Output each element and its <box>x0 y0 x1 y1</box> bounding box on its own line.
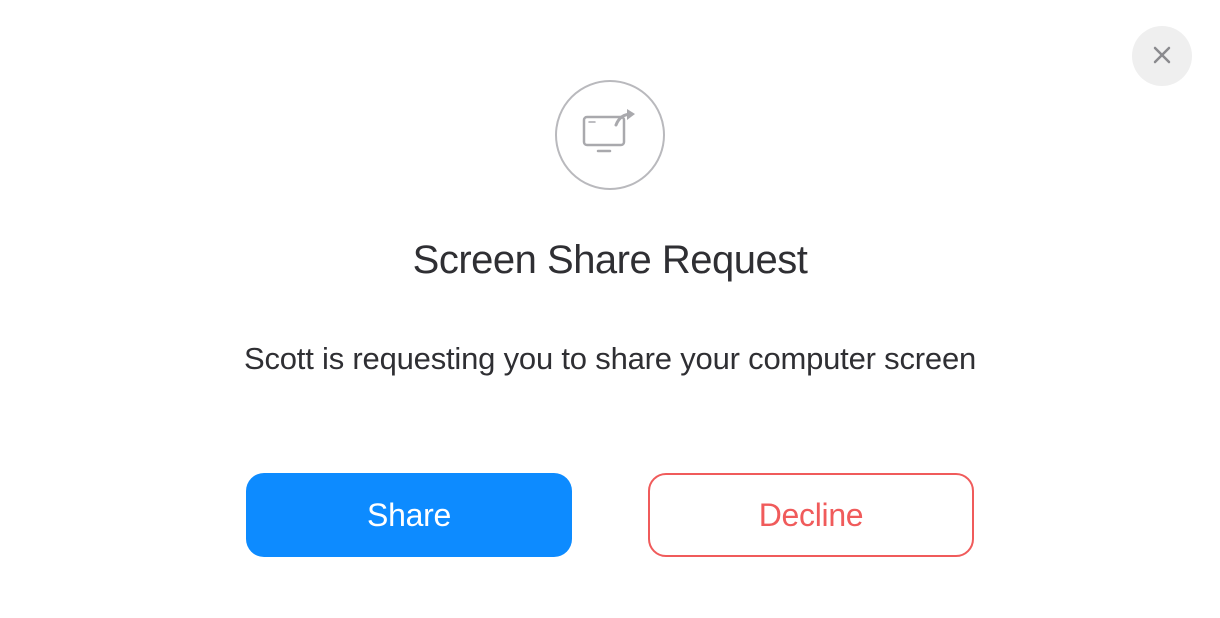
dialog-title: Screen Share Request <box>413 238 808 283</box>
close-icon <box>1150 43 1174 70</box>
decline-button[interactable]: Decline <box>648 473 974 557</box>
screen-share-icon <box>580 109 640 162</box>
dialog-message: Scott is requesting you to share your co… <box>244 341 976 377</box>
dialog-button-row: Share Decline <box>246 473 974 557</box>
screen-share-dialog: Screen Share Request Scott is requesting… <box>0 0 1220 557</box>
close-button[interactable] <box>1132 26 1192 86</box>
screen-share-icon-circle <box>555 80 665 190</box>
share-button[interactable]: Share <box>246 473 572 557</box>
